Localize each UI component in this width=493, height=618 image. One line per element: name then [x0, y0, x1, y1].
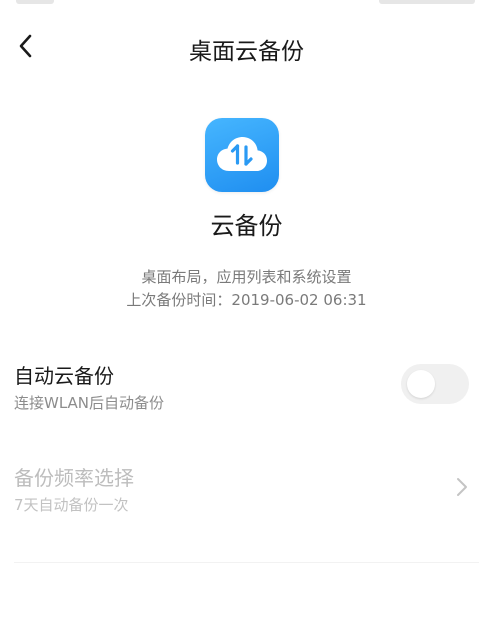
auto-backup-title: 自动云备份 [14, 364, 114, 388]
auto-backup-row[interactable]: 自动云备份 连接WLAN后自动备份 [0, 350, 493, 422]
last-backup-info: 上次备份时间：2019-06-02 06:31 [0, 289, 493, 310]
chevron-right-icon [457, 478, 467, 496]
app-name: 云备份 [210, 212, 283, 240]
divider [14, 562, 479, 563]
cloud-sync-icon [217, 137, 267, 171]
auto-backup-toggle[interactable] [401, 364, 469, 404]
status-bar-time [16, 0, 54, 4]
page: 桌面云备份 云备份 桌面布局，应用列表和系统设置 上次备份时间：2019-06-… [0, 0, 493, 618]
backup-description: 桌面布局，应用列表和系统设置 [141, 268, 352, 286]
title-bar: 桌面云备份 [0, 22, 493, 74]
status-bar [0, 0, 493, 8]
toggle-knob [407, 370, 435, 398]
backup-frequency-subtitle: 7天自动备份一次 [14, 496, 129, 514]
app-icon [205, 118, 279, 192]
auto-backup-subtitle: 连接WLAN后自动备份 [14, 394, 165, 412]
backup-frequency-row[interactable]: 备份频率选择 7天自动备份一次 [0, 452, 493, 524]
backup-frequency-title: 备份频率选择 [14, 466, 134, 490]
last-backup-time: 2019-06-02 06:31 [231, 291, 367, 309]
last-backup-label: 上次备份时间： [126, 291, 232, 309]
page-title: 桌面云备份 [189, 39, 304, 65]
status-bar-indicators [379, 0, 475, 4]
